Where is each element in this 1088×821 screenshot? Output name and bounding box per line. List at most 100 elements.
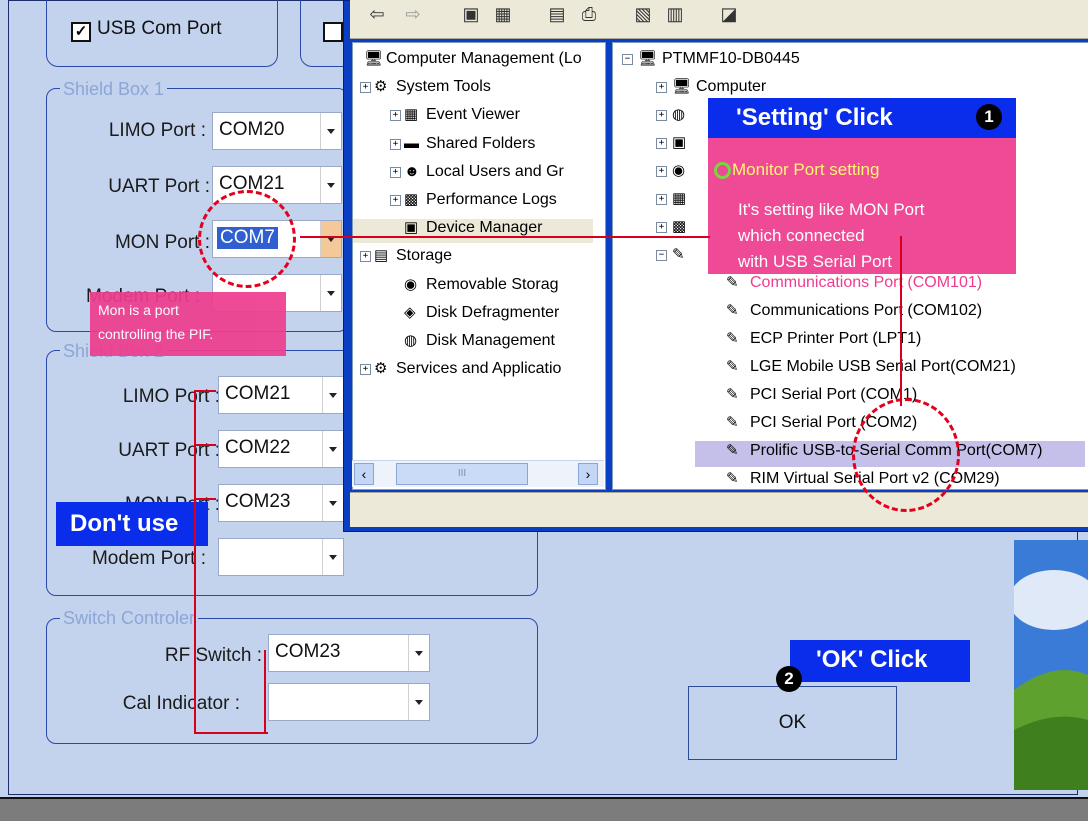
chevron-down-icon[interactable]	[320, 113, 341, 149]
scroll-thumb[interactable]: III	[396, 463, 528, 485]
ok-button[interactable]: OK	[688, 686, 897, 760]
chevron-down-icon[interactable]	[322, 377, 343, 413]
highlight-circle	[198, 190, 296, 288]
expand-icon[interactable]: +	[360, 364, 371, 376]
chevron-down-icon[interactable]	[320, 275, 341, 311]
tree-item[interactable]: Computer Management (Lo	[386, 48, 582, 70]
scroll-right-icon[interactable]: ›	[578, 463, 598, 485]
show-tree-icon[interactable]: ▦	[490, 2, 516, 26]
tree-item[interactable]: Shared Folders	[426, 133, 535, 155]
tree-item[interactable]: Removable Storag	[426, 274, 559, 296]
step2-badge: 2	[776, 666, 802, 692]
cal-indicator-select[interactable]	[268, 683, 430, 721]
scroll-left-icon[interactable]: ‹	[354, 463, 374, 485]
expand-icon[interactable]: +	[390, 166, 401, 178]
device-item[interactable]: PTMMF10-DB0445	[662, 48, 800, 70]
expand-icon[interactable]: +	[656, 222, 667, 233]
shield2-mon-select[interactable]: COM23	[218, 484, 344, 522]
device-item[interactable]: LGE Mobile USB Serial Port(COM21)	[750, 356, 1016, 378]
chevron-down-icon[interactable]	[322, 431, 343, 467]
export-list-icon[interactable]: ▥	[662, 2, 688, 26]
computer-icon: 🖥	[638, 50, 658, 67]
shield2-limo-select[interactable]: COM21	[218, 376, 344, 414]
monitor-port-title: Monitor Port setting	[732, 160, 880, 179]
tree-item[interactable]: Performance Logs	[426, 189, 557, 211]
expand-icon[interactable]: +	[390, 195, 401, 206]
chevron-down-icon[interactable]	[320, 221, 341, 257]
help-icon[interactable]: ▧	[630, 2, 656, 26]
mon-note-callout: Mon is a port controlling the PIF.	[90, 292, 286, 356]
taskbar-strip	[0, 797, 1088, 821]
defrag-icon: ◈	[404, 303, 416, 321]
folder-icon: ▬	[404, 134, 419, 152]
chevron-down-icon[interactable]	[320, 167, 341, 203]
monitor-port-desc1: It's setting like MON Port	[738, 200, 925, 219]
shield1-limo-select[interactable]: COM20	[212, 112, 342, 150]
chevron-down-icon[interactable]	[408, 684, 429, 720]
step1-badge: 1	[976, 104, 1002, 130]
expand-icon[interactable]: +	[390, 110, 401, 122]
bullet-icon	[714, 162, 731, 179]
rf-switch-select[interactable]: COM23	[268, 634, 430, 672]
monitor-port-callout: Monitor Port setting It's setting like M…	[708, 138, 1016, 274]
expand-icon[interactable]: +	[656, 82, 667, 93]
chevron-down-icon[interactable]	[322, 485, 343, 521]
tree-scrollbar[interactable]: ‹ III ›	[352, 460, 604, 487]
printer-icon[interactable]: ⎙	[576, 2, 602, 26]
device-item[interactable]: ECP Printer Port (LPT1)	[750, 328, 921, 350]
tree-item[interactable]: Disk Defragmenter	[426, 302, 559, 324]
dont-use-banner: Don't use	[56, 502, 208, 546]
highlight-circle	[852, 398, 960, 512]
back-arrow-icon[interactable]: ⇦	[364, 2, 390, 26]
usb-com-port-checkbox[interactable]: ✓	[71, 22, 91, 42]
expand-icon[interactable]: +	[656, 194, 667, 205]
toolbar: ⇦ ⇨ ▣ ▦ ▤ ⎙ ▧ ▥ ◪	[350, 0, 1088, 39]
shield2-modem-select[interactable]	[218, 538, 344, 576]
tree-item[interactable]: Storage	[396, 245, 452, 267]
device-icon: ✎	[726, 358, 739, 375]
chevron-down-icon[interactable]	[408, 635, 429, 671]
ok-click-banner: 'OK' Click	[790, 640, 970, 682]
tree-item[interactable]: System Tools	[396, 76, 491, 98]
removable-storage-icon: ◉	[404, 275, 418, 293]
device-icon: ✎	[726, 302, 739, 319]
tools-icon: ⚙	[374, 78, 388, 96]
shield2-uart-select[interactable]: COM22	[218, 430, 344, 468]
expand-icon[interactable]: −	[656, 250, 667, 261]
expand-icon[interactable]: +	[656, 110, 667, 121]
tree-item[interactable]: Services and Applicatio	[396, 358, 561, 380]
scan-hardware-icon[interactable]: ◪	[716, 2, 742, 26]
tree-item[interactable]: Disk Management	[426, 330, 555, 352]
connector-line	[194, 732, 268, 734]
second-checkbox[interactable]	[323, 22, 343, 42]
connector-line	[264, 650, 266, 734]
device-icon: ✎	[672, 246, 685, 263]
tree-item[interactable]: Event Viewer	[426, 104, 520, 126]
shield1-uart-label: UART Port :	[108, 176, 210, 197]
expand-icon[interactable]: +	[360, 82, 371, 94]
device-icon: ▣	[672, 134, 687, 151]
mon-note-line2: controlling the PIF.	[98, 326, 214, 342]
chevron-down-icon[interactable]	[322, 539, 343, 575]
expand-icon[interactable]: −	[622, 54, 633, 65]
properties-icon[interactable]: ▤	[544, 2, 570, 26]
expand-icon[interactable]: +	[390, 138, 401, 150]
connector-line	[194, 390, 196, 734]
device-icon: ✎	[726, 330, 739, 347]
expand-icon[interactable]: +	[360, 251, 371, 263]
connector-line	[194, 498, 216, 500]
up-folder-icon[interactable]: ▣	[458, 2, 484, 26]
performance-icon: ▩	[404, 191, 419, 208]
device-item[interactable]: Communications Port (COM101)	[750, 272, 982, 294]
device-icon: ✎	[726, 274, 739, 291]
setting-click-label: 'Setting' Click	[736, 104, 893, 131]
device-icon: ✎	[726, 414, 739, 431]
forward-arrow-icon[interactable]: ⇨	[400, 2, 426, 26]
expand-icon[interactable]: +	[656, 138, 667, 149]
desktop-wallpaper	[1014, 540, 1088, 790]
device-item[interactable]: Computer	[696, 76, 766, 98]
tree-item[interactable]: Local Users and Gr	[426, 161, 564, 183]
device-item[interactable]: Communications Port (COM102)	[750, 300, 982, 322]
expand-icon[interactable]: +	[656, 166, 667, 177]
disk-icon: ◍	[404, 332, 418, 349]
